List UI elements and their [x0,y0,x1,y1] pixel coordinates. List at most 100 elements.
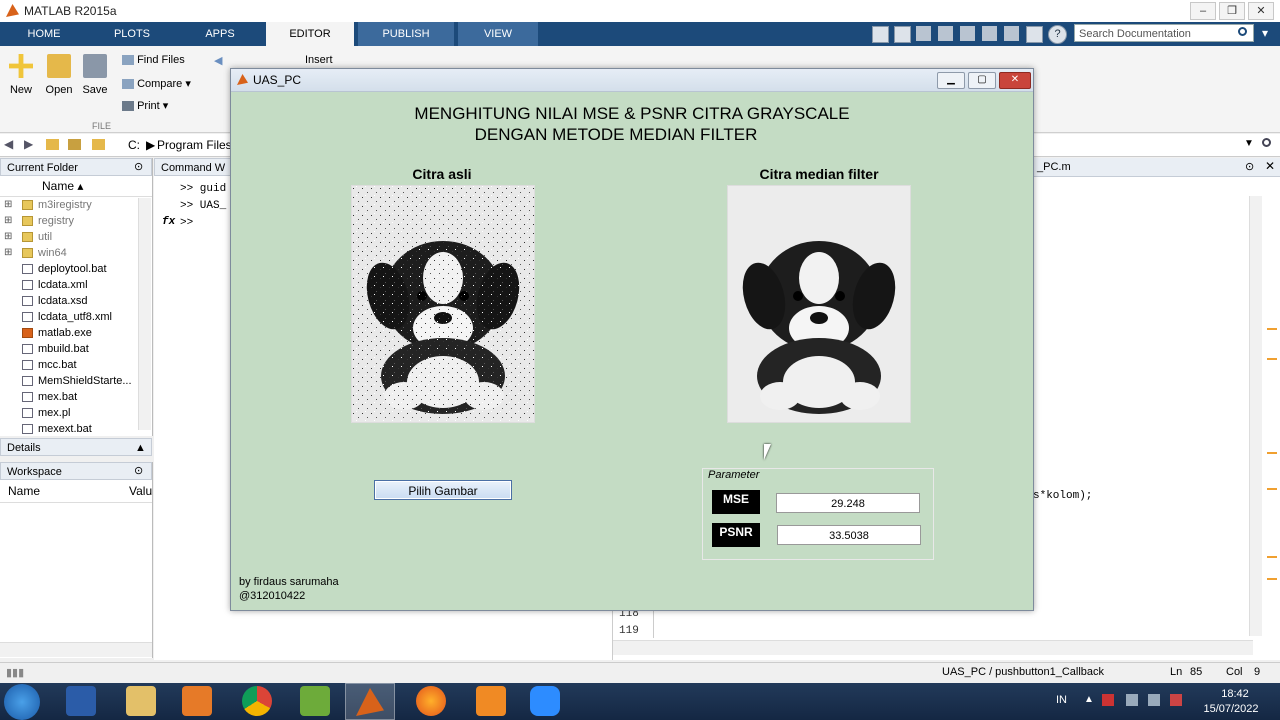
volume-icon[interactable] [1126,694,1138,706]
details-header[interactable]: Details ▲ [0,438,152,456]
tray-security-icon[interactable] [1102,694,1114,706]
folder-search-icon[interactable] [1262,138,1271,147]
language-indicator[interactable]: IN [1056,694,1067,706]
address-dropdown-icon[interactable]: ▼ [1244,138,1254,149]
list-item[interactable]: ⊞ registry [0,213,152,229]
tab-view[interactable]: VIEW [458,22,538,46]
warning-marker[interactable] [1267,358,1277,360]
clock-date[interactable]: 15/07/2022 [1196,703,1266,715]
clock-time[interactable]: 18:42 [1210,688,1260,700]
minimize-icon[interactable]: – [1190,2,1216,20]
folder-scrollbar[interactable] [138,198,151,430]
battery-icon[interactable] [1170,694,1182,706]
zoom-icon[interactable] [530,686,560,716]
dialog-close-icon[interactable]: ✕ [999,72,1031,89]
switch-windows-icon[interactable] [1026,26,1043,43]
tab-home[interactable]: HOME [0,22,88,46]
matlab-taskbar-button[interactable] [345,683,395,720]
xampp-icon[interactable] [476,686,506,716]
close-icon[interactable]: ✕ [1248,2,1274,20]
list-item[interactable]: mbuild.bat [0,341,152,357]
editor-tab-uas-pc[interactable]: _PC.m [1037,161,1071,173]
insert-button[interactable]: Insert [305,54,333,66]
up-folder-icon[interactable] [46,139,59,150]
dialog-maximize-icon[interactable]: ▢ [968,72,996,89]
warning-marker[interactable] [1267,578,1277,580]
tab-apps[interactable]: APPS [176,22,264,46]
editor-menu-icon[interactable]: ⊙ [1245,160,1254,173]
mse-value-field[interactable]: 29.248 [776,493,920,513]
list-item[interactable]: mcc.bat [0,357,152,373]
list-item[interactable]: lcdata.xml [0,277,152,293]
list-item[interactable]: deploytool.bat [0,261,152,277]
ws-col-value[interactable]: Valu [129,480,152,502]
tray-expand-icon[interactable]: ▲ [1084,694,1094,705]
warning-marker[interactable] [1267,452,1277,454]
save-icon[interactable] [894,26,911,43]
pilih-gambar-button[interactable]: Pilih Gambar [374,480,512,500]
list-item[interactable]: ⊞ m3iregistry [0,197,152,213]
compare-button[interactable]: Compare ▾ [122,77,191,90]
media-player-icon[interactable] [182,686,212,716]
new-button[interactable]: New [6,54,36,96]
editor-close-icon[interactable]: ✕ [1265,159,1275,173]
explorer-icon[interactable] [126,686,156,716]
ribbon-collapse-icon[interactable]: ▾ [1262,26,1268,40]
search-documentation-input[interactable]: Search Documentation [1074,24,1254,42]
list-item[interactable]: matlab.exe [0,325,152,341]
save-button[interactable]: Save [80,54,110,96]
list-item[interactable]: ⊞ win64 [0,245,152,261]
back-icon[interactable]: ◀ [214,54,222,67]
tab-plots[interactable]: PLOTS [88,22,176,46]
list-item[interactable]: mex.bat [0,389,152,405]
print-button[interactable]: Print ▾ [122,99,168,112]
list-item[interactable]: MemShieldStarte... [0,373,152,389]
layout-icon[interactable] [872,26,889,43]
redo-icon[interactable] [1004,26,1019,41]
editor-hscrollbar[interactable] [613,640,1253,655]
cut-icon[interactable] [916,26,931,41]
workspace-hscrollbar[interactable] [0,642,152,657]
panel-menu-icon[interactable]: ⊙ [134,158,143,176]
tab-publish[interactable]: PUBLISH [358,22,454,46]
browse-folder-icon[interactable] [68,139,81,150]
expand-folder-icon[interactable]: ⊞ [4,197,12,213]
editor-vscrollbar[interactable] [1249,196,1262,636]
column-header-name[interactable]: Name ▴ [0,176,152,197]
expand-folder-icon[interactable]: ⊞ [4,229,12,245]
list-item[interactable]: lcdata_utf8.xml [0,309,152,325]
code-line-snippet[interactable]: s*kolom); [1033,490,1092,502]
open-button[interactable]: Open [44,54,74,96]
paste-icon[interactable] [960,26,975,41]
start-icon[interactable] [4,684,40,720]
list-item[interactable]: mex.pl [0,405,152,421]
chrome-icon[interactable] [242,686,272,716]
list-item[interactable]: mexext.bat [0,421,152,437]
warning-marker[interactable] [1267,556,1277,558]
find-files-button[interactable]: Find Files [122,54,185,66]
address-root[interactable]: C: [128,138,140,152]
dialog-minimize-icon[interactable]: ▁ [937,72,965,89]
undo-icon[interactable] [982,26,997,41]
warning-marker[interactable] [1267,328,1277,330]
command-prompt[interactable]: >> [180,217,193,229]
expand-folder-icon[interactable]: ⊞ [4,245,12,261]
list-item[interactable]: ⊞ util [0,229,152,245]
ws-col-name[interactable]: Name [8,480,40,502]
notepad-icon[interactable] [300,686,330,716]
psnr-value-field[interactable]: 33.5038 [777,525,921,545]
tab-editor[interactable]: EDITOR [266,22,354,46]
firefox-icon[interactable] [416,686,446,716]
nav-back-icon[interactable]: ◀ [4,137,13,151]
nav-forward-icon[interactable]: ▶ [24,137,33,151]
expand-icon[interactable]: ▲ [135,439,146,457]
maximize-icon[interactable]: ❐ [1219,2,1245,20]
help-icon[interactable]: ? [1048,25,1067,44]
search-icon[interactable] [1238,27,1247,36]
warning-marker[interactable] [1267,488,1277,490]
word-icon[interactable] [66,686,96,716]
workspace-menu-icon[interactable]: ⊙ [134,462,143,480]
network-icon[interactable] [1148,694,1160,706]
expand-folder-icon[interactable]: ⊞ [4,213,12,229]
list-item[interactable]: lcdata.xsd [0,293,152,309]
